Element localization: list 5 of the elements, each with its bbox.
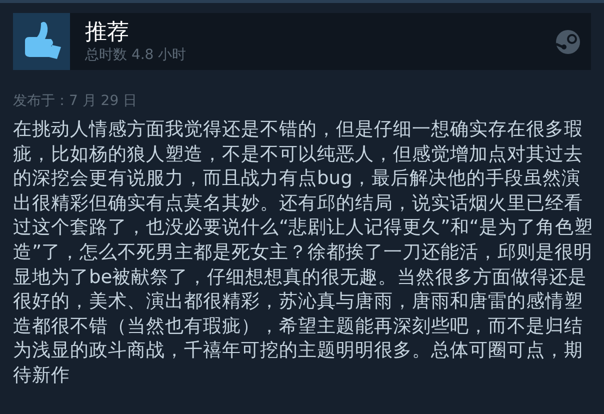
steam-logo-icon — [555, 28, 581, 54]
posted-date: 发布于：7 月 29 日 — [13, 92, 138, 110]
review-text: 在挑动人情感方面我觉得还是不错的，但是仔细一想确实存在很多瑕疵，比如杨的狼人塑造，不是不可以纯恶人，但感觉增加点对其过去的深挖会更有说服力，而且战力有点bug，最后解决他的手段虽然演出很精彩但确实有点莫名其妙。还有邱的结局，说实话烟火里已经看过这个套路了，也没必要说什么“悲剧让人记得更久”和“是为了角色塑造”了，怎么不死男主都是死女主？徐都挨了一刀还能活，邱则是很明显地为了be被献祭了，仔细想想真的很无趣。当然很多方面做得还是很好的，美术、演出都很精彩，苏沁真与唐雨，唐雨和唐雷的感情塑造都很不错（当然也有瑕疵），希望主题能再深刻些吧，而不是归结为浅显的政斗商战，千禧年可挖的主题明明很多。总体可圈可点，期待新作 — [13, 118, 593, 388]
playtime: 总时数 4.8 小时 — [85, 46, 188, 64]
review-verdict: 推荐 — [85, 20, 130, 46]
